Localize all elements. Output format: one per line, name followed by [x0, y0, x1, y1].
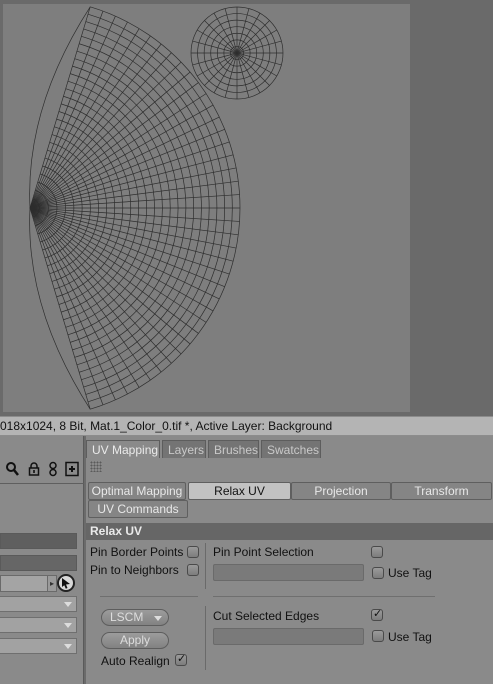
divider: [0, 483, 84, 484]
apply-button[interactable]: Apply: [101, 632, 169, 649]
lower-panels: ▸ UV Mapping Layers Brushes Swatches Opt…: [0, 436, 493, 684]
cut-selected-edges-checkbox[interactable]: [371, 607, 383, 621]
subtab-relax-uv[interactable]: Relax UV: [188, 482, 291, 500]
status-bar: 018x1024, 8 Bit, Mat.1_Color_0.tif *, Ac…: [0, 416, 493, 436]
relax-method-value: LSCM: [110, 610, 144, 624]
auto-realign-label: Auto Realign: [101, 654, 170, 668]
pin-use-tag-label: Use Tag: [388, 566, 432, 580]
divider: [100, 596, 198, 597]
relax-uv-header: Relax UV: [86, 523, 493, 540]
cut-use-tag-label: Use Tag: [388, 630, 432, 644]
uv-mapping-panel: UV Mapping Layers Brushes Swatches Optim…: [86, 436, 493, 684]
layer-row[interactable]: [0, 533, 77, 549]
pin-use-tag-checkbox[interactable]: [372, 567, 384, 579]
relax-method-select[interactable]: LSCM: [101, 609, 169, 626]
left-tool-panel: ▸: [0, 436, 84, 684]
relax-subtabs: Optimal Mapping Relax UV Projection Tran…: [88, 482, 493, 520]
subtab-optimal-mapping[interactable]: Optimal Mapping: [88, 482, 186, 500]
cut-selected-edges-field[interactable]: [213, 628, 364, 645]
pin-to-neighbors-checkbox[interactable]: [187, 564, 199, 576]
pin-point-selection-label: Pin Point Selection: [213, 545, 314, 559]
divider: [205, 543, 206, 589]
panel-grip-icon[interactable]: [90, 461, 102, 472]
lock-icon[interactable]: [26, 461, 42, 477]
pin-border-points-checkbox[interactable]: [187, 546, 199, 558]
pin-point-selection-field[interactable]: [213, 564, 364, 581]
value-field[interactable]: [0, 575, 48, 592]
mode-dropdown[interactable]: [0, 617, 77, 633]
blend-dropdown[interactable]: [0, 596, 77, 612]
pin-point-selection-checkbox[interactable]: [371, 546, 383, 558]
subtab-uv-commands[interactable]: UV Commands: [88, 500, 188, 518]
tab-layers[interactable]: Layers: [162, 440, 206, 458]
subtab-transform[interactable]: Transform: [391, 482, 492, 500]
divider: [205, 606, 206, 670]
value-arrow-button[interactable]: ▸: [47, 575, 57, 592]
add-layer-icon[interactable]: [64, 461, 80, 477]
pin-border-points-label: Pin Border Points: [90, 545, 184, 559]
auto-realign-checkbox[interactable]: [175, 652, 187, 666]
tab-brushes[interactable]: Brushes: [208, 440, 259, 458]
divider: [213, 596, 435, 597]
layer-field[interactable]: [0, 555, 77, 571]
tab-uv-mapping[interactable]: UV Mapping: [86, 440, 160, 458]
uv-texture-canvas[interactable]: [3, 4, 410, 412]
cut-selected-edges-label: Cut Selected Edges: [213, 609, 320, 623]
tab-swatches[interactable]: Swatches: [261, 440, 321, 458]
uv-viewport[interactable]: [0, 0, 493, 416]
option-dropdown[interactable]: [0, 638, 77, 654]
link-icon[interactable]: [45, 461, 61, 477]
subtab-projection[interactable]: Projection: [291, 482, 391, 500]
search-icon[interactable]: [4, 461, 20, 477]
uv-mesh: [29, 6, 284, 410]
chevron-down-icon: [154, 616, 162, 621]
left-toolbar: [0, 458, 84, 480]
cut-use-tag-checkbox[interactable]: [372, 630, 384, 642]
color-picker-icon[interactable]: [57, 574, 75, 592]
pin-to-neighbors-label: Pin to Neighbors: [90, 563, 179, 577]
